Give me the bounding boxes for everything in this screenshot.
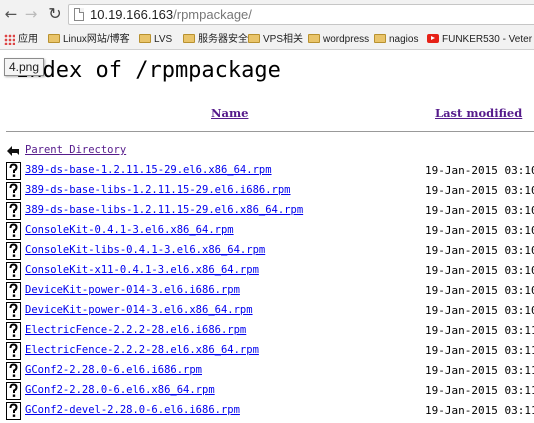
file-modified-date: 19-Jan-2015 03:10: [425, 244, 534, 257]
unknown-file-icon: [6, 282, 21, 300]
file-link[interactable]: 389-ds-base-libs-1.2.11.15-29.el6.i686.r…: [25, 184, 291, 196]
file-modified-date: 19-Jan-2015 03:11: [425, 324, 534, 337]
unknown-file-icon: [6, 202, 21, 220]
file-link[interactable]: GConf2-2.28.0-6.el6.x86_64.rpm: [25, 384, 215, 396]
unknown-file-icon: [6, 182, 21, 200]
file-link[interactable]: ConsoleKit-libs-0.4.1-3.el6.x86_64.rpm: [25, 244, 265, 256]
bookmark-label: wordpress: [323, 34, 370, 45]
file-modified-date: 19-Jan-2015 03:11: [425, 364, 534, 377]
file-row: ConsoleKit-libs-0.4.1-3.el6.x86_64.rpm 19…: [0, 242, 534, 262]
folder-icon: [183, 34, 195, 43]
file-link[interactable]: 389-ds-base-1.2.11.15-29.el6.x86_64.rpm: [25, 164, 272, 176]
bookmark-label: nagios: [389, 34, 419, 45]
file-row: GConf2-2.28.0-6.el6.x86_64.rpm 19-Jan-201…: [0, 382, 534, 402]
url-path: /rpmpackage/: [173, 7, 252, 22]
file-modified-date: 19-Jan-2015 03:11: [425, 404, 534, 417]
file-row: ElectricFence-2.2.2-28.el6.i686.rpm 19-Ja…: [0, 322, 534, 342]
file-row: ElectricFence-2.2.2-28.el6.x86_64.rpm 19-…: [0, 342, 534, 362]
file-modified-date: 19-Jan-2015 03:10: [425, 224, 534, 237]
bookmark-label: VPS相关: [263, 34, 304, 45]
folder-icon: [374, 34, 386, 43]
folder-icon: [48, 34, 60, 43]
file-link[interactable]: ElectricFence-2.2.2-28.el6.x86_64.rpm: [25, 344, 259, 356]
file-row: GConf2-devel-2.28.0-6.el6.i686.rpm 19-Jan…: [0, 402, 534, 422]
back-folder-icon: [7, 146, 19, 156]
file-link[interactable]: DeviceKit-power-014-3.el6.i686.rpm: [25, 284, 240, 296]
divider: [6, 131, 534, 132]
file-row: ConsoleKit-0.4.1-3.el6.x86_64.rpm 19-Jan-…: [0, 222, 534, 242]
bookmark-vps[interactable]: VPS相关: [248, 33, 303, 47]
address-bar[interactable]: 10.19.166.163/rpmpackage/: [68, 4, 534, 25]
folder-icon: [308, 34, 320, 43]
unknown-file-icon: [6, 302, 21, 320]
bookmark-apps[interactable]: 应用: [4, 33, 38, 47]
url-text[interactable]: 10.19.166.163/rpmpackage/: [90, 7, 252, 22]
url-host: 10.19.166.163: [90, 7, 174, 22]
file-modified-date: 19-Jan-2015 03:11: [425, 384, 534, 397]
bookmark-nagios[interactable]: nagios: [374, 33, 418, 47]
sort-by-modified-link[interactable]: Last modified: [435, 106, 522, 120]
bookmark-wordpress[interactable]: wordpress: [308, 33, 369, 47]
file-modified-date: 19-Jan-2015 03:11: [425, 344, 534, 357]
file-row: ConsoleKit-x11-0.4.1-3.el6.x86_64.rpm 19-…: [0, 262, 534, 282]
file-link[interactable]: DeviceKit-power-014-3.el6.x86_64.rpm: [25, 304, 253, 316]
bookmark-label: LVS: [154, 34, 173, 45]
file-row: 389-ds-base-libs-1.2.11.15-29.el6.x86_64…: [0, 202, 534, 222]
file-link[interactable]: GConf2-2.28.0-6.el6.i686.rpm: [25, 364, 202, 376]
unknown-file-icon: [6, 342, 21, 360]
folder-icon: [139, 34, 151, 43]
back-arrow-icon[interactable]: ←: [2, 5, 20, 23]
folder-icon: [248, 34, 260, 43]
unknown-file-icon: [6, 402, 21, 420]
bookmark-label: FUNKER530 - Veter: [442, 34, 533, 45]
unknown-file-icon: [6, 262, 21, 280]
page-title: Index of /rpmpackage: [16, 58, 281, 83]
unknown-file-icon: [6, 242, 21, 260]
unknown-file-icon: [6, 362, 21, 380]
file-row: 389-ds-base-1.2.11.15-29.el6.x86_64.rpm 1…: [0, 162, 534, 182]
file-link[interactable]: GConf2-devel-2.28.0-6.el6.i686.rpm: [25, 404, 240, 416]
bookmark-funker530[interactable]: FUNKER530 - Veter: [427, 33, 532, 47]
file-modified-date: 19-Jan-2015 03:10: [425, 164, 534, 177]
reload-icon[interactable]: ↻: [46, 5, 64, 23]
file-row: 389-ds-base-libs-1.2.11.15-29.el6.i686.r…: [0, 182, 534, 202]
unknown-file-icon: [6, 162, 21, 180]
forward-arrow-icon[interactable]: →: [22, 5, 40, 23]
file-link[interactable]: 389-ds-base-libs-1.2.11.15-29.el6.x86_64…: [25, 204, 303, 216]
file-modified-date: 19-Jan-2015 03:10: [425, 304, 534, 317]
youtube-icon: [427, 34, 439, 43]
browser-toolbar: ← → ↻ 10.19.166.163/rpmpackage/: [0, 0, 534, 30]
file-link[interactable]: ElectricFence-2.2.2-28.el6.i686.rpm: [25, 324, 246, 336]
bookmarks-bar: 应用 Linux网站/博客 LVS 服务器安全 VPS相关 wordpress …: [0, 30, 534, 50]
page-icon: [74, 8, 84, 21]
parent-directory-row: Parent Directory: [0, 142, 534, 162]
file-row: GConf2-2.28.0-6.el6.i686.rpm 19-Jan-2015 …: [0, 362, 534, 382]
file-modified-date: 19-Jan-2015 03:10: [425, 284, 534, 297]
parent-directory-link[interactable]: Parent Directory: [25, 144, 126, 156]
bookmark-server-security[interactable]: 服务器安全: [183, 33, 248, 47]
unknown-file-icon: [6, 382, 21, 400]
sort-by-name-link[interactable]: Name: [211, 106, 248, 120]
file-link[interactable]: ConsoleKit-0.4.1-3.el6.x86_64.rpm: [25, 224, 234, 236]
file-modified-date: 19-Jan-2015 03:10: [425, 184, 534, 197]
bookmark-label: 服务器安全: [198, 34, 248, 45]
bookmark-label: 应用: [18, 34, 38, 45]
unknown-file-icon: [6, 322, 21, 340]
bookmark-lvs[interactable]: LVS: [139, 33, 172, 47]
file-link[interactable]: ConsoleKit-x11-0.4.1-3.el6.x86_64.rpm: [25, 264, 259, 276]
file-modified-date: 19-Jan-2015 03:10: [425, 204, 534, 217]
unknown-file-icon: [6, 222, 21, 240]
bookmark-label: Linux网站/博客: [63, 34, 130, 45]
apps-grid-icon: [4, 34, 15, 45]
file-row: DeviceKit-power-014-3.el6.x86_64.rpm 19-J…: [0, 302, 534, 322]
file-row: DeviceKit-power-014-3.el6.i686.rpm 19-Jan…: [0, 282, 534, 302]
tooltip: 4.png: [4, 58, 45, 76]
file-modified-date: 19-Jan-2015 03:10: [425, 264, 534, 277]
bookmark-linux-blogs[interactable]: Linux网站/博客: [48, 33, 130, 47]
